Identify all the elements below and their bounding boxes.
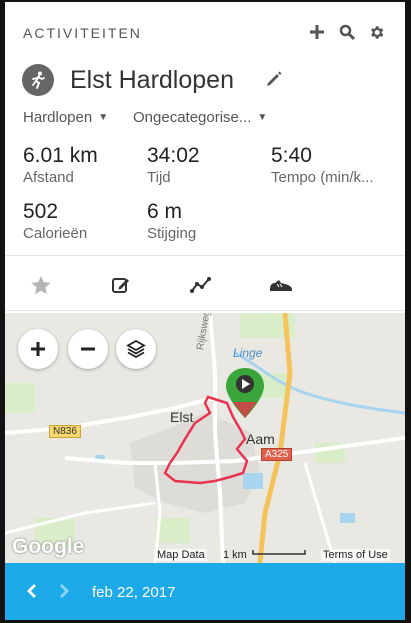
favorite-star-icon[interactable] bbox=[21, 268, 61, 302]
caret-down-icon: ▼ bbox=[98, 112, 109, 123]
divider bbox=[5, 255, 405, 256]
edit-note-icon[interactable] bbox=[101, 268, 141, 302]
google-logo: Google bbox=[12, 535, 85, 558]
distance-label: Afstand bbox=[23, 169, 74, 186]
map-label-aam: Aam bbox=[246, 431, 275, 447]
shoe-icon[interactable] bbox=[261, 268, 301, 302]
calories-value: 502 bbox=[23, 200, 59, 223]
time-value: 34:02 bbox=[147, 144, 200, 167]
header: ACTIVITEITEN bbox=[5, 2, 405, 62]
road-shield-n836: N836 bbox=[49, 425, 81, 438]
map-data-link[interactable]: Map Data bbox=[155, 549, 207, 561]
zoom-in-button[interactable] bbox=[18, 329, 58, 369]
search-icon[interactable] bbox=[337, 22, 357, 42]
activity-date: feb 22, 2017 bbox=[92, 584, 176, 601]
route-map[interactable]: Elst Aam Linge Rijksweg Noo N836 A325 Go… bbox=[5, 313, 405, 563]
activity-type-label: Hardlopen bbox=[23, 109, 93, 126]
time-label: Tijd bbox=[147, 169, 171, 186]
scale-label: 1 km bbox=[223, 549, 247, 561]
header-title: ACTIVITEITEN bbox=[23, 25, 142, 41]
activity-title: Elst Hardlopen bbox=[70, 66, 234, 94]
stat-pace: 5:40 Tempo (min/k... bbox=[271, 144, 374, 186]
caret-down-icon: ▼ bbox=[257, 112, 268, 123]
calories-label: Calorieën bbox=[23, 225, 88, 242]
distance-value: 6.01 km bbox=[23, 144, 98, 167]
elevation-label: Stijging bbox=[147, 225, 197, 242]
map-label-linge: Linge bbox=[233, 346, 263, 360]
stat-time: 34:02 Tijd bbox=[147, 144, 200, 186]
pencil-icon[interactable] bbox=[265, 70, 285, 90]
route-chart-icon[interactable] bbox=[181, 268, 221, 302]
pace-label: Tempo (min/k... bbox=[271, 169, 374, 186]
elevation-value: 6 m bbox=[147, 200, 183, 223]
zoom-out-button[interactable] bbox=[68, 329, 108, 369]
activity-panel: ACTIVITEITEN Elst Hardlopen Hardlopen ▼ … bbox=[5, 2, 405, 620]
footer-bar: feb 22, 2017 bbox=[5, 563, 405, 620]
gear-icon[interactable] bbox=[366, 22, 386, 42]
stat-distance: 6.01 km Afstand bbox=[23, 144, 98, 186]
road-shield-a325: A325 bbox=[261, 448, 293, 461]
map-layers-icon[interactable] bbox=[116, 329, 156, 369]
pace-value: 5:40 bbox=[271, 144, 312, 167]
stat-elevation: 6 m Stijging bbox=[147, 200, 196, 242]
chevron-left-icon[interactable] bbox=[25, 582, 41, 600]
terms-of-use-link[interactable]: Terms of Use bbox=[321, 549, 390, 561]
category-dropdown[interactable]: Ongecategorise... ▼ bbox=[133, 109, 267, 126]
divider bbox=[5, 310, 405, 311]
chevron-right-icon[interactable] bbox=[57, 582, 73, 600]
activity-type-dropdown[interactable]: Hardlopen ▼ bbox=[23, 109, 108, 126]
plus-icon[interactable] bbox=[307, 22, 327, 42]
category-label: Ongecategorise... bbox=[133, 109, 252, 126]
stat-calories: 502 Calorieën bbox=[23, 200, 87, 242]
map-label-elst: Elst bbox=[170, 409, 194, 425]
running-person-icon bbox=[22, 64, 54, 96]
